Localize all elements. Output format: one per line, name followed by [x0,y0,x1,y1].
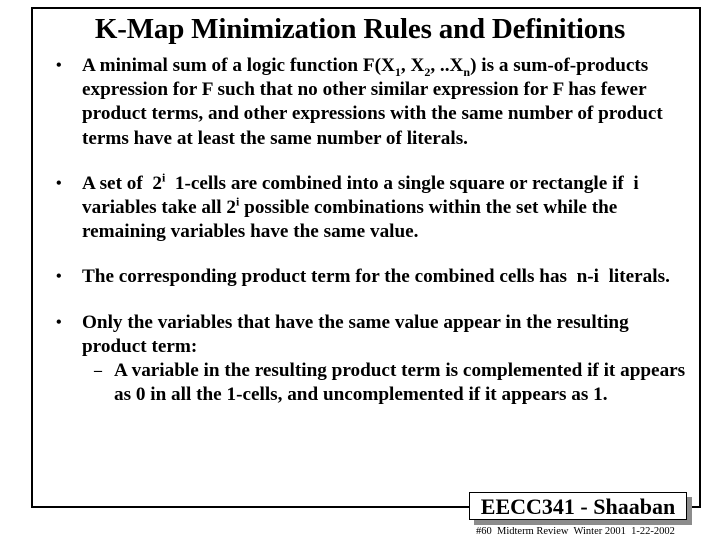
bullet-icon: • [56,174,62,192]
slide-content: • A minimal sum of a logic function F(X1… [44,54,694,428]
bullet-icon: • [56,57,62,74]
sub-item-complemented: – A variable in the resulting product te… [82,359,694,407]
course-badge: EECC341 - Shaaban [469,492,692,525]
bullet-text: Only the variables that have the same va… [82,311,629,357]
bullet-product-term-literals: • The corresponding product term for the… [44,265,694,289]
dash-icon: – [94,362,102,380]
bullet-text: A minimal sum of a logic function F(X1, … [82,55,663,149]
sub-item-text: A variable in the resulting product term… [114,360,686,406]
bullet-icon: • [56,268,62,286]
badge-label: EECC341 - Shaaban [469,492,687,520]
bullet-text: The corresponding product term for the c… [82,266,670,288]
slide-title: K-Map Minimization Rules and Definitions [94,13,626,45]
bullet-minimal-sum: • A minimal sum of a logic function F(X1… [44,54,694,151]
bullet-combine-cells: • A set of 2i 1-cells are combined into … [44,170,694,245]
slide-footer: #60 Midterm Review Winter 2001 1-22-2002 [476,526,675,537]
bullet-text: A set of 2i 1-cells are combined into a … [82,170,649,243]
bullet-same-value-variables: • Only the variables that have the same … [44,311,694,408]
bullet-icon: • [56,313,62,331]
